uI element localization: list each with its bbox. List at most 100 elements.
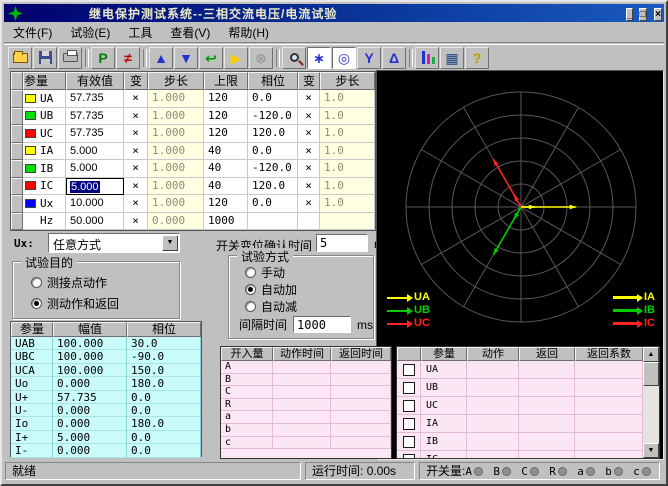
menu-item[interactable]: 文件(F) xyxy=(4,22,61,43)
confirm-time-input[interactable] xyxy=(316,234,368,252)
step-cell[interactable]: 1.000 xyxy=(148,195,204,213)
step-cell[interactable]: 1.000 xyxy=(148,160,204,178)
rms-cell[interactable]: 57.735 xyxy=(66,125,124,143)
vary-flag-cell[interactable]: × xyxy=(124,213,148,231)
chevron-down-icon[interactable]: ▼ xyxy=(162,235,178,251)
checkbox[interactable] xyxy=(403,418,415,430)
phase-cell[interactable]: -120.0 xyxy=(248,108,298,126)
vary-flag-cell[interactable]: × xyxy=(298,143,320,161)
limit-cell[interactable]: 40 xyxy=(204,160,248,178)
open-button[interactable] xyxy=(8,47,32,69)
step-cell[interactable]: 1.0 xyxy=(320,143,375,161)
rms-cell[interactable]: 10.000 xyxy=(66,195,124,213)
purpose-option-act-return[interactable]: 测动作和返回 xyxy=(31,295,119,312)
zoom-in-button[interactable] xyxy=(282,47,306,69)
step-cell[interactable]: 1.0 xyxy=(320,195,375,213)
vary-flag-cell[interactable]: × xyxy=(298,195,320,213)
vary-flag-cell[interactable]: × xyxy=(124,90,148,108)
purpose-option-contact[interactable]: 测接点动作 xyxy=(31,274,107,291)
step-cell[interactable]: 1.0 xyxy=(320,125,375,143)
step-cell[interactable]: 1.000 xyxy=(148,178,204,196)
vary-flag-cell[interactable]: × xyxy=(298,160,320,178)
vary-flag-cell[interactable]: × xyxy=(124,195,148,213)
limit-cell[interactable]: 120 xyxy=(204,90,248,108)
radio-icon[interactable] xyxy=(31,298,42,309)
checkbox[interactable] xyxy=(403,382,415,394)
phase-cell[interactable]: -120.0 xyxy=(248,160,298,178)
calculator-button[interactable]: ▦ xyxy=(440,47,464,69)
mode-option-auto-up[interactable]: 自动加 xyxy=(245,281,297,298)
rms-cell[interactable]: 57.735 xyxy=(66,90,124,108)
step-down-button[interactable]: ▼ xyxy=(174,47,198,69)
step-cell[interactable]: 1.000 xyxy=(148,143,204,161)
phase-cell[interactable]: 120.0 xyxy=(248,125,298,143)
phase-cell[interactable] xyxy=(248,213,298,231)
radio-icon[interactable] xyxy=(245,284,256,295)
menu-item[interactable]: 查看(V) xyxy=(161,22,219,43)
limit-cell[interactable]: 40 xyxy=(204,143,248,161)
limit-cell[interactable]: 120 xyxy=(204,108,248,126)
radio-label[interactable]: 测接点动作 xyxy=(47,274,107,291)
save-button[interactable] xyxy=(33,47,57,69)
checkbox[interactable] xyxy=(403,454,415,460)
vertical-scrollbar[interactable]: ▲ ▼ xyxy=(643,347,659,458)
vary-flag-cell[interactable]: × xyxy=(124,178,148,196)
limit-cell[interactable]: 120 xyxy=(204,125,248,143)
scroll-up-icon[interactable]: ▲ xyxy=(643,347,659,362)
ux-mode-select[interactable]: 任意方式 ▼ xyxy=(48,233,180,253)
limit-cell[interactable]: 40 xyxy=(204,178,248,196)
mode-option-auto-down[interactable]: 自动减 xyxy=(245,298,297,315)
menu-item[interactable]: 帮助(H) xyxy=(219,22,278,43)
phase-cell[interactable]: 0.0 xyxy=(248,143,298,161)
phase-cell[interactable]: 0.0 xyxy=(248,195,298,213)
radio-label[interactable]: 自动减 xyxy=(261,298,297,315)
rms-cell[interactable]: 50.000 xyxy=(66,213,124,231)
menu-item[interactable]: 试验(E) xyxy=(61,22,119,43)
help-button[interactable]: ? xyxy=(465,47,489,69)
start-button[interactable]: ▶ xyxy=(224,47,248,69)
checkbox[interactable] xyxy=(403,436,415,448)
rms-cell[interactable]: 5.000 xyxy=(66,160,124,178)
step-cell[interactable]: 1.0 xyxy=(320,178,375,196)
radio-icon[interactable] xyxy=(245,267,256,278)
rms-cell[interactable]: 5.000 xyxy=(66,178,124,196)
radio-label[interactable]: 测动作和返回 xyxy=(47,295,119,312)
stop-button[interactable]: ⊗ xyxy=(249,47,273,69)
close-button[interactable]: × xyxy=(654,8,662,21)
delta-button[interactable]: Δ xyxy=(382,47,406,69)
step-cell[interactable]: 1.000 xyxy=(148,108,204,126)
phase-cell[interactable]: 120.0 xyxy=(248,178,298,196)
step-cell[interactable]: 1.0 xyxy=(320,90,375,108)
radio-label[interactable]: 手动 xyxy=(261,264,285,281)
step-cell[interactable]: 1.0 xyxy=(320,160,375,178)
radio-label[interactable]: 自动加 xyxy=(261,281,297,298)
radio-icon[interactable] xyxy=(31,277,42,288)
step-cell[interactable]: 1.000 xyxy=(148,90,204,108)
menu-item[interactable]: 工具 xyxy=(119,22,161,43)
vary-flag-cell[interactable]: × xyxy=(298,90,320,108)
vary-flag-cell[interactable]: × xyxy=(124,160,148,178)
vary-flag-cell[interactable] xyxy=(298,213,320,231)
mode-option-manual[interactable]: 手动 xyxy=(245,264,285,281)
vary-flag-cell[interactable]: × xyxy=(298,125,320,143)
scrollbar-thumb[interactable] xyxy=(643,362,659,386)
phase-cell[interactable]: 0.0 xyxy=(248,90,298,108)
checkbox[interactable] xyxy=(403,400,415,412)
vector-view-button[interactable]: ∗ xyxy=(307,47,331,69)
limit-cell[interactable]: 1000 xyxy=(204,213,248,231)
radio-icon[interactable] xyxy=(245,301,256,312)
vary-flag-cell[interactable]: × xyxy=(298,178,320,196)
trace-view-button[interactable]: ◎ xyxy=(332,47,356,69)
checkbox[interactable] xyxy=(403,364,415,376)
interval-input[interactable] xyxy=(293,316,351,333)
step-cell[interactable] xyxy=(320,213,375,231)
vary-flag-cell[interactable]: × xyxy=(124,108,148,126)
rms-cell[interactable]: 5.000 xyxy=(66,143,124,161)
rms-cell[interactable]: 57.735 xyxy=(66,108,124,126)
maximize-button[interactable]: □ xyxy=(639,8,647,21)
vary-flag-cell[interactable]: × xyxy=(298,108,320,126)
step-cell[interactable]: 0.000 xyxy=(148,213,204,231)
vary-flag-cell[interactable]: × xyxy=(124,143,148,161)
print-button[interactable] xyxy=(58,47,82,69)
step-up-button[interactable]: ▲ xyxy=(149,47,173,69)
